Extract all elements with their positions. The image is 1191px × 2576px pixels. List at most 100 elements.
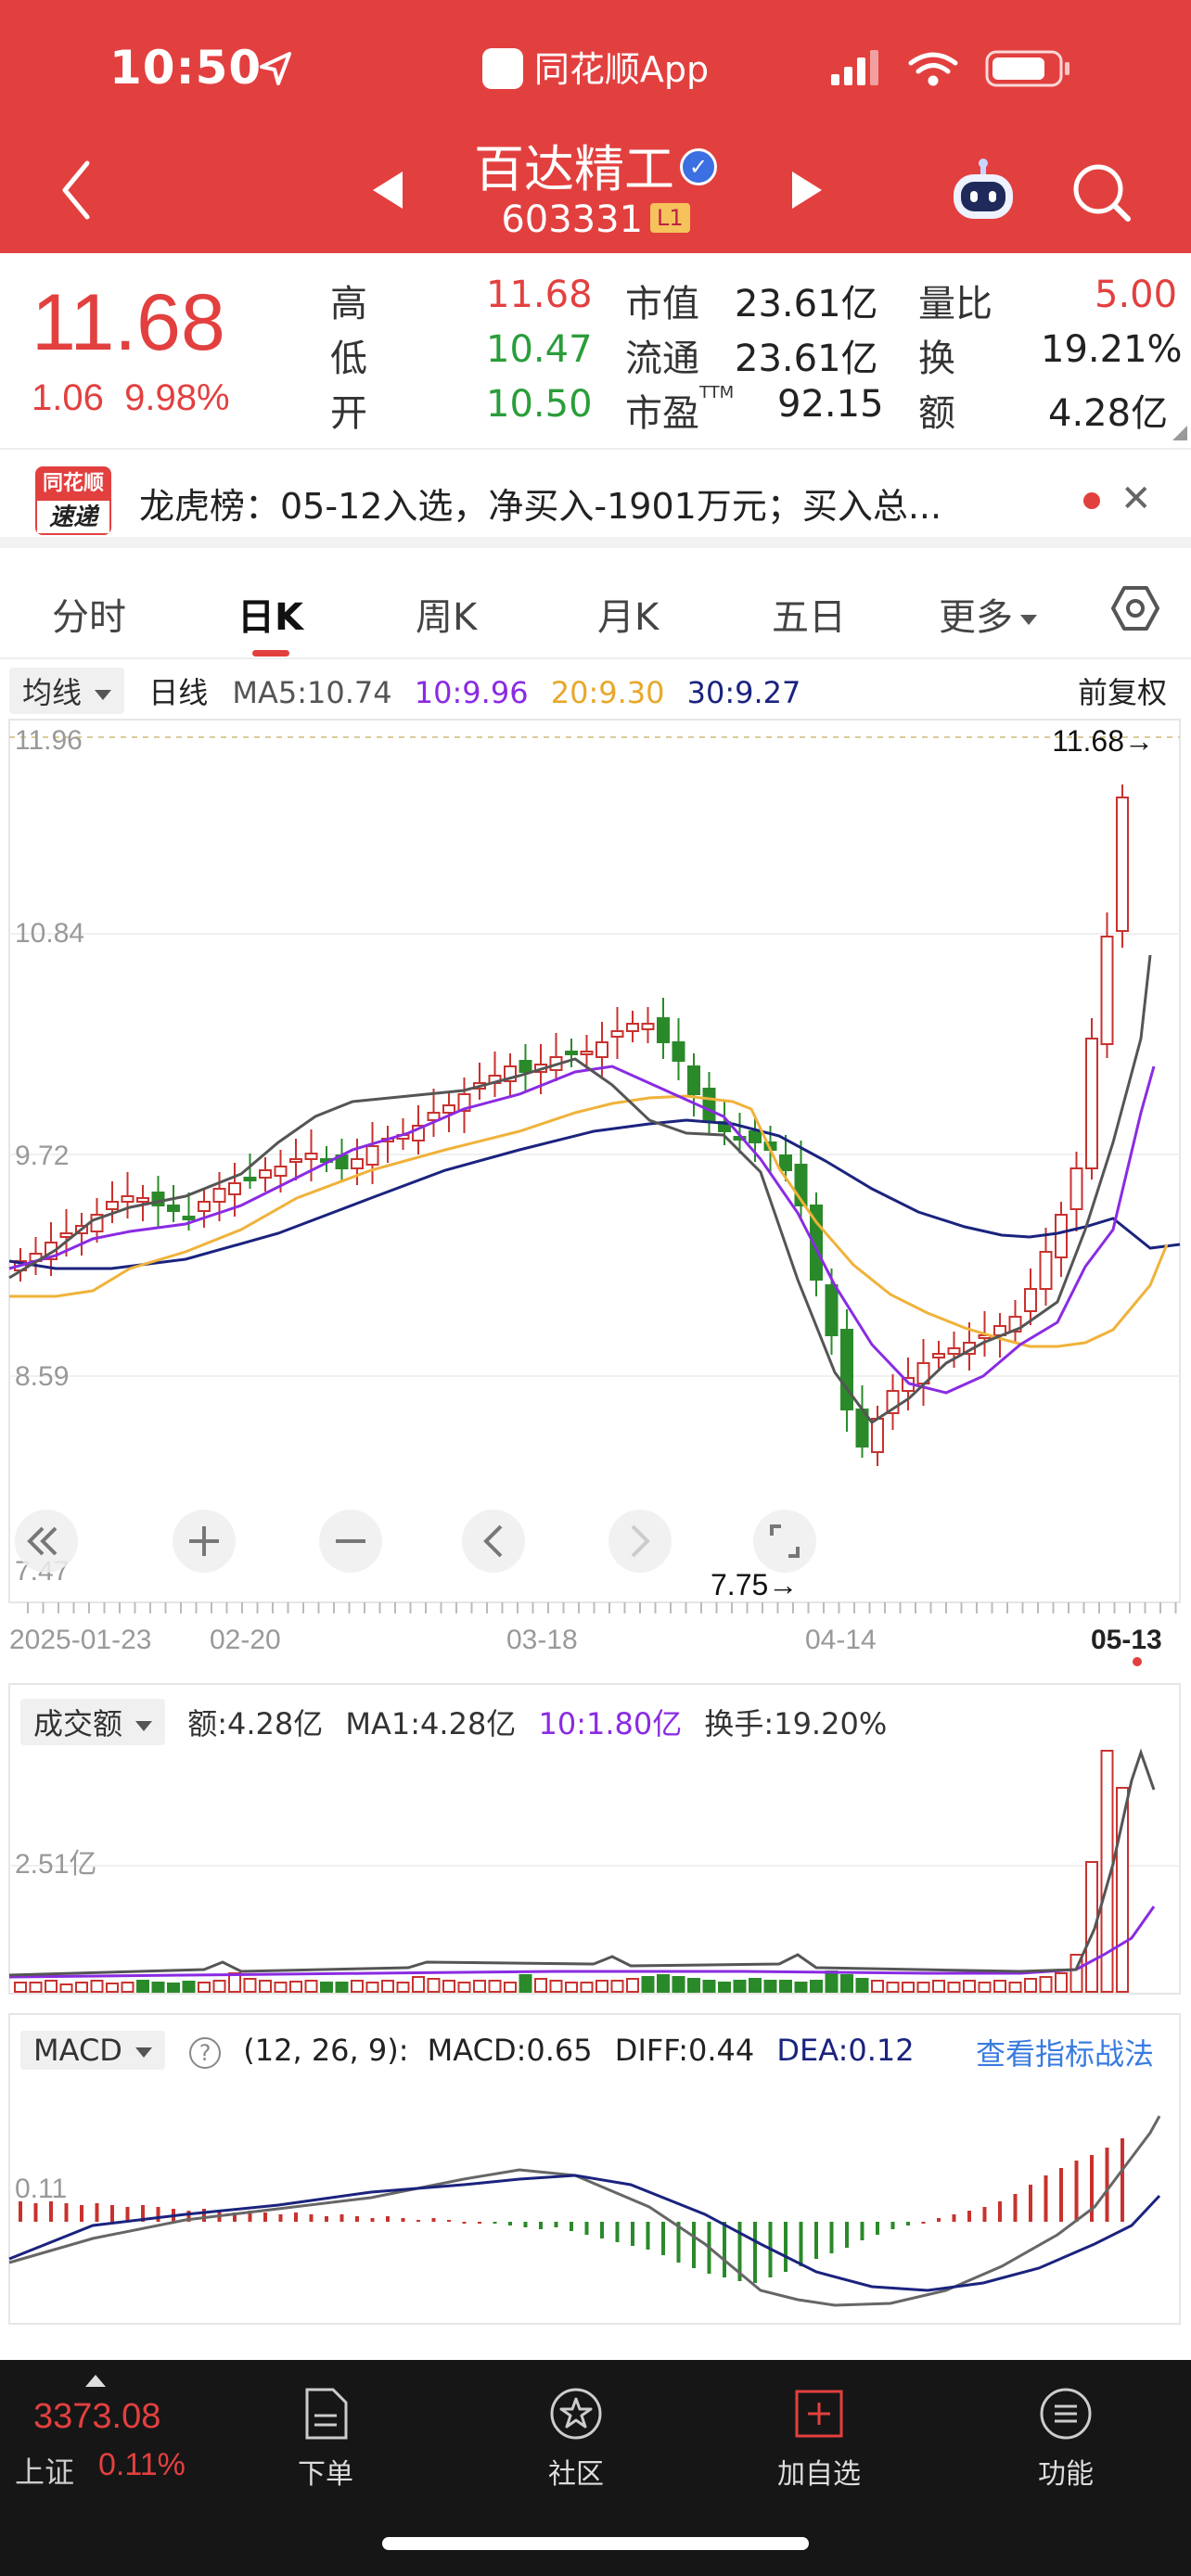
current-date-dot [1133,1657,1142,1666]
candle-body [365,1145,379,1166]
next-stock-icon[interactable] [790,170,824,210]
rewind-icon[interactable] [15,1510,78,1573]
volume-bar [993,1980,1006,1993]
tab-intraday[interactable]: 分时 [52,587,126,641]
macd-bar [523,2222,528,2227]
pan-left-icon[interactable] [462,1510,525,1573]
expand-corner-icon[interactable] [1172,426,1187,440]
macd-bar [110,2205,114,2222]
home-indicator [382,2537,809,2550]
macd-bar [263,2213,267,2222]
candle-body [1116,797,1129,932]
robot-icon[interactable] [948,156,1018,226]
volume-bar [381,1980,394,1993]
candle-body [1069,1167,1083,1210]
macd-bar [890,2222,895,2229]
candle-body [626,1023,639,1032]
candle-body [702,1088,716,1123]
high-label: 高 [330,283,367,325]
volume-bar [75,1982,88,1993]
search-icon[interactable] [1069,159,1133,224]
zoom-in-icon[interactable] [173,1510,236,1573]
order-icon [305,2388,348,2440]
kline-chart[interactable]: 11.96 10.84 9.72 8.59 7.47 11.68→ 7.75→ … [0,714,1191,1678]
nav-add-watchlist[interactable]: 加自选 [749,2386,889,2492]
turnover-label: 换 [918,338,955,380]
kline-legend: 均线 日线 MA5:10.74 10:9.96 20:9.30 30:9.27 [9,668,800,714]
macd-bar [202,2209,206,2222]
candle-body [687,1065,700,1095]
volume-ratio-value: 5.00 [1095,274,1178,316]
tab-daily-k[interactable]: 日K [237,587,303,641]
tab-weekly-k[interactable]: 周K [416,587,477,641]
news-ticker[interactable]: 同花顺 速递 龙虎榜：05-12入选，净买入-1901万元；买入总... ✕ [0,448,1191,548]
candle-body [580,1051,594,1055]
macd-bar [294,2213,298,2222]
macd-bar [325,2216,328,2222]
macd-bar [860,2222,864,2240]
macd-bar [339,2214,344,2222]
macd-bar [355,2216,359,2222]
volume-bar [457,1982,471,1993]
volume-bar [182,1981,196,1993]
nav-order[interactable]: 下单 [256,2386,395,2492]
tab-monthly-k[interactable]: 月K [597,587,659,641]
quote-panel: 11.68 1.06 9.98% 高 11.68 低 10.47 开 10.50… [0,253,1191,448]
active-tab-indicator [252,650,289,657]
fullscreen-icon[interactable] [753,1510,816,1573]
tab-five-day[interactable]: 五日 [772,587,846,641]
volume-bar [519,1974,532,1993]
ma20-value: 20:9.30 [550,675,665,710]
settings-icon[interactable] [1109,582,1161,634]
index-value[interactable]: 3373.08 [33,2397,160,2437]
candle-body [351,1158,364,1169]
candle-body [871,1418,884,1453]
news-text[interactable]: 龙虎榜：05-12入选，净买入-1901万元；买入总... [139,478,1039,529]
macd-bar [967,2211,971,2222]
y-tick-label: 11.96 [15,725,83,756]
nav-community[interactable]: 社区 [506,2386,646,2492]
candle-body [106,1201,119,1210]
macd-chart: 0.11 [8,2013,1181,2325]
macd-histogram [19,2138,1124,2283]
macd-bar [64,2203,69,2222]
volume-bar [59,1983,73,1993]
macd-bar [95,2203,99,2222]
adjust-mode[interactable]: 前复权 [1078,670,1167,712]
macd-bar [1044,2175,1048,2222]
volume-bars [14,1750,1129,1993]
volume-y-tick: 2.51亿 [15,1849,96,1880]
volume-ma1-line [8,1748,1156,1977]
period-label: 日线 [148,675,209,710]
candle-body [136,1197,149,1203]
tab-more[interactable]: 更多 [939,587,1037,641]
close-icon[interactable]: ✕ [1121,478,1152,520]
pan-right-icon[interactable] [608,1510,672,1573]
macd-bar [876,2222,879,2235]
ma30-line [8,1118,1181,1270]
volume-bar [702,1980,716,1993]
x-tick-label: 03-18 [506,1625,578,1655]
volume-bar [151,1982,165,1993]
volume-bar [90,1980,104,1993]
x-axis-ticks [27,1602,1177,1613]
candle-body [565,1051,578,1055]
candle-body [825,1284,839,1336]
level-badge[interactable]: L1 [650,203,690,233]
zoom-out-icon[interactable] [319,1510,382,1573]
candle-body [289,1158,302,1163]
indicator-select[interactable]: 均线 [9,668,125,714]
nav-functions[interactable]: 功能 [996,2386,1135,2492]
macd-bar [646,2222,650,2250]
macd-bar [937,2218,941,2222]
macd-bar [1090,2155,1094,2222]
candle-body [121,1195,134,1203]
macd-bar [692,2222,696,2268]
macd-bar [309,2214,314,2222]
macd-bar [156,2207,160,2222]
candle-body [947,1347,961,1355]
ma5-line [8,954,1152,1425]
x-tick-label: 2025-01-23 [9,1625,151,1655]
volume-bar [212,1980,226,1993]
candle-body [1024,1288,1037,1312]
